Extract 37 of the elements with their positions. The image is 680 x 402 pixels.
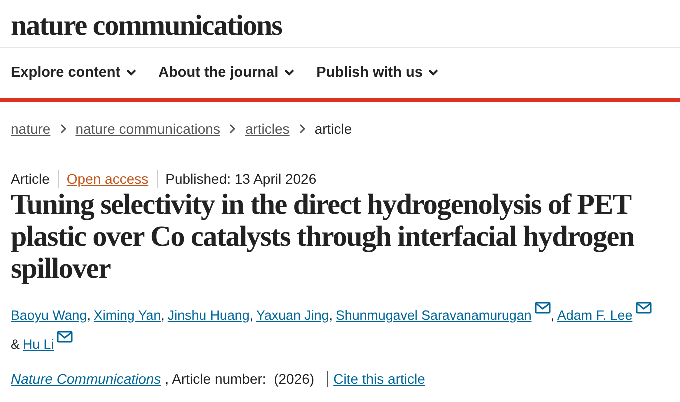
- mail-icon[interactable]: [636, 302, 652, 314]
- author-link[interactable]: Hu Li: [22, 337, 54, 352]
- chevron-down-icon: [428, 69, 439, 77]
- cite-link[interactable]: Cite this article: [334, 371, 426, 387]
- author-separator: ,: [550, 308, 554, 323]
- site-logo[interactable]: nature communications: [11, 10, 282, 43]
- author-link[interactable]: Shunmugavel Saravanamurugan: [336, 308, 532, 323]
- mail-icon[interactable]: [534, 302, 551, 314]
- article-title: Tuning selectivity in the direct hydrogenolysis of PET plastic over Co catalysts through interfacial hydrogen spillover: [11, 189, 636, 285]
- chevron-down-icon: [284, 69, 295, 77]
- author-link[interactable]: Baoyu Wang: [11, 308, 88, 323]
- author-link[interactable]: Yaxuan Jing: [256, 308, 330, 323]
- journal-link[interactable]: Nature Communications: [11, 371, 162, 387]
- mail-icon[interactable]: [57, 331, 74, 343]
- breadcrumb-link[interactable]: nature communications: [76, 121, 220, 137]
- author-separator: ,: [329, 308, 333, 323]
- author-separator: &: [11, 337, 20, 352]
- author-separator: ,: [161, 308, 165, 323]
- author-link[interactable]: Ximing Yan: [94, 308, 162, 323]
- chevron-right-icon: [298, 124, 306, 134]
- author-link[interactable]: Jinshu Huang: [168, 308, 250, 323]
- article-number-text: , Article number: (2026): [165, 371, 328, 387]
- author-separator: ,: [87, 308, 91, 323]
- article-meta-text: Published: 13 April 2026: [156, 170, 325, 188]
- nav-menu-button[interactable]: Explore content: [11, 65, 137, 81]
- breadcrumb-link[interactable]: articles: [245, 121, 290, 137]
- access-link[interactable]: Open access: [58, 170, 157, 188]
- author-separator: ,: [250, 308, 254, 323]
- breadcrumb-current[interactable]: article: [314, 121, 352, 137]
- article-meta-text: Article: [11, 170, 51, 188]
- chevron-down-icon: [126, 69, 137, 77]
- chevron-right-icon: [60, 124, 67, 134]
- nav-menu-button[interactable]: About the journal: [158, 65, 295, 81]
- chevron-right-icon: [229, 124, 236, 134]
- author-link[interactable]: Adam F. Lee: [558, 308, 633, 323]
- nav-menu-button[interactable]: Publish with us: [316, 65, 439, 81]
- breadcrumb-link[interactable]: nature: [11, 121, 51, 137]
